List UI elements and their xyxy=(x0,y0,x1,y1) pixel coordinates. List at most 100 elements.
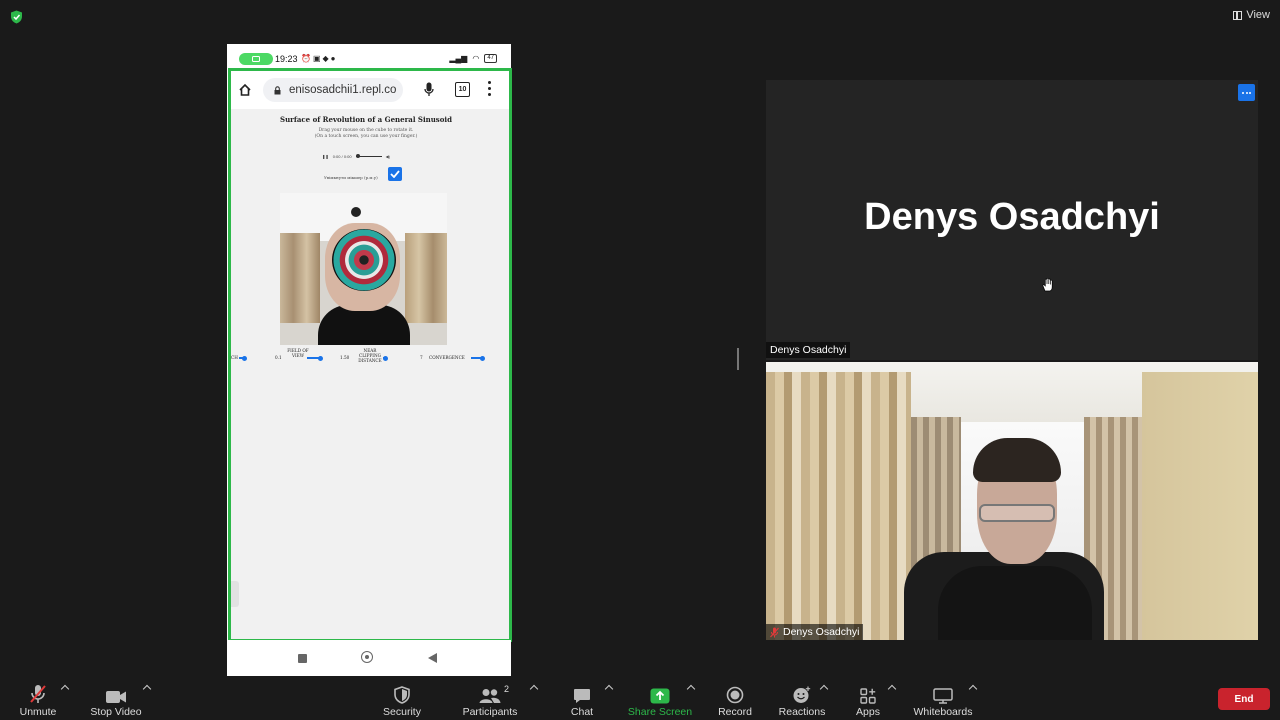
page-instructions-2: (On a touch screen, you can use your fin… xyxy=(314,134,418,139)
mixer-checkbox[interactable] xyxy=(388,167,402,181)
browser-menu-icon[interactable] xyxy=(488,81,492,96)
signal-icon: ▂▄▆ xyxy=(449,54,468,63)
stop-video-label: Stop Video xyxy=(90,706,142,718)
participant-tile-name[interactable]: Denys Osadchyi Denys Osadchyi xyxy=(766,80,1258,360)
record-button[interactable]: Record xyxy=(715,676,755,720)
apps-icon xyxy=(860,688,876,704)
panel-resize-handle[interactable] xyxy=(737,348,739,370)
status-notification-icons: ⏰▣◆● xyxy=(301,54,338,63)
mic-icon[interactable] xyxy=(424,82,434,97)
slider-value-near: 1.50 xyxy=(340,355,350,360)
recents-icon[interactable] xyxy=(298,654,307,663)
video-name-text: Denys Osadchyi xyxy=(783,626,860,638)
participants-caret-icon[interactable] xyxy=(529,684,539,694)
slider-near[interactable] xyxy=(383,355,388,361)
battery-icon: 47 xyxy=(484,54,497,63)
more-options-button[interactable] xyxy=(1238,84,1255,101)
canvas-curtain-right xyxy=(405,233,447,323)
participant-name-label: Denys Osadchyi xyxy=(766,342,851,358)
unmute-label: Unmute xyxy=(19,706,57,718)
record-icon xyxy=(726,686,744,704)
unmute-button[interactable]: Unmute xyxy=(18,676,58,720)
video-person-body xyxy=(938,566,1092,640)
participants-label: Participants xyxy=(462,706,518,718)
chat-label: Chat xyxy=(570,706,594,718)
whiteboards-label: Whiteboards xyxy=(913,706,973,718)
canvas-person-body xyxy=(318,305,410,345)
slider-value-fov: 0.1 xyxy=(275,355,282,360)
view-layout-icon xyxy=(1233,10,1243,20)
tabs-counter-icon[interactable]: 10 xyxy=(455,82,470,97)
slider-ch[interactable] xyxy=(239,355,247,361)
slider-convergence[interactable] xyxy=(471,355,485,361)
stop-video-button[interactable]: Stop Video xyxy=(90,676,142,720)
security-label: Security xyxy=(383,706,421,718)
slider-label-fov: FIELD OF VIEW xyxy=(287,348,309,358)
pause-icon[interactable]: ❚❚ xyxy=(322,154,329,159)
back-icon[interactable] xyxy=(428,653,437,663)
apps-button[interactable]: Apps xyxy=(852,676,884,720)
view-label: View xyxy=(1246,9,1270,21)
record-label: Record xyxy=(718,706,752,718)
chat-button[interactable]: Chat xyxy=(566,676,598,720)
apps-label: Apps xyxy=(856,706,880,718)
whiteboards-button[interactable]: Whiteboards xyxy=(912,676,974,720)
player-progress[interactable] xyxy=(355,154,382,158)
end-meeting-button[interactable]: End xyxy=(1218,688,1270,710)
player-time: 0:00 / 0:00 xyxy=(332,154,352,159)
shield-icon xyxy=(394,686,410,704)
reactions-button[interactable]: Reactions xyxy=(776,676,828,720)
share-screen-label: Share Screen xyxy=(627,706,693,718)
slider-label-near: NEAR CLIPPING DISTANCE xyxy=(358,348,382,363)
slider-fov[interactable] xyxy=(307,355,323,361)
participant-name-large: Denys Osadchyi xyxy=(864,196,1160,238)
share-screen-icon xyxy=(650,688,670,704)
whiteboard-icon xyxy=(933,688,953,704)
audio-player[interactable]: ❚❚ 0:00 / 0:00 ◀) xyxy=(322,152,402,161)
video-options-caret-icon[interactable] xyxy=(142,684,152,694)
security-button[interactable]: Security xyxy=(382,676,422,720)
screen-share-frame: enisosadchii1.repl.co 10 Surface of Revo… xyxy=(228,68,512,642)
3d-canvas-view[interactable] xyxy=(280,193,447,345)
canvas-curtain-left xyxy=(280,233,320,323)
apps-caret-icon[interactable] xyxy=(887,684,897,694)
participants-count: 2 xyxy=(504,684,510,694)
video-wall xyxy=(1142,372,1258,640)
participants-icon xyxy=(479,689,501,703)
audio-options-caret-icon[interactable] xyxy=(60,684,70,694)
reactions-smiley-icon xyxy=(793,686,811,703)
address-field[interactable]: enisosadchii1.repl.co xyxy=(263,78,403,102)
chat-bubble-icon xyxy=(574,689,590,703)
volume-icon[interactable]: ◀) xyxy=(386,154,390,159)
slider-label-ch: CH xyxy=(231,355,238,360)
lock-icon xyxy=(274,85,281,94)
wifi-icon: ◠ xyxy=(472,54,480,63)
view-button[interactable]: View xyxy=(1233,6,1270,24)
home-icon[interactable] xyxy=(238,83,252,97)
slider-label-convergence: CONVERGENCE xyxy=(429,355,465,360)
raised-hand-cursor-icon xyxy=(1042,278,1053,292)
mixer-checkbox-label: Увімкнути мікшер (р.м.у) xyxy=(324,175,378,180)
side-drawer-handle[interactable] xyxy=(231,581,239,607)
participant-video-tile[interactable]: Denys Osadchyi xyxy=(766,362,1258,640)
phone-status-bar: 19:23 ⏰▣◆● ▂▄▆ ◠ 47 xyxy=(227,44,511,68)
url-text: enisosadchii1.repl.co xyxy=(289,84,397,96)
slider-value-convergence: 7 xyxy=(420,355,423,360)
canvas-lamp xyxy=(351,207,361,217)
share-screen-button[interactable]: Share Screen xyxy=(628,676,692,720)
status-time: 19:23 xyxy=(275,54,298,64)
chat-caret-icon[interactable] xyxy=(604,684,614,694)
android-nav-bar xyxy=(227,640,511,676)
security-shield-icon xyxy=(11,10,22,24)
camera-indicator xyxy=(239,53,273,65)
home-nav-icon[interactable] xyxy=(361,651,373,663)
participants-button[interactable]: Participants xyxy=(462,676,518,720)
muted-mic-icon xyxy=(30,685,46,703)
status-right-icons: ▂▄▆ ◠ 47 xyxy=(449,54,497,63)
video-name-label: Denys Osadchyi xyxy=(766,624,864,640)
video-curtain-left xyxy=(766,372,911,640)
camera-icon xyxy=(252,56,260,62)
sinusoid-surface xyxy=(332,229,396,291)
shared-phone-screen: 19:23 ⏰▣◆● ▂▄▆ ◠ 47 enisosadchii1.repl.c… xyxy=(227,44,512,676)
controls-row: CH 0.1 FIELD OF VIEW 1.50 NEAR CLIPPING … xyxy=(231,348,509,371)
